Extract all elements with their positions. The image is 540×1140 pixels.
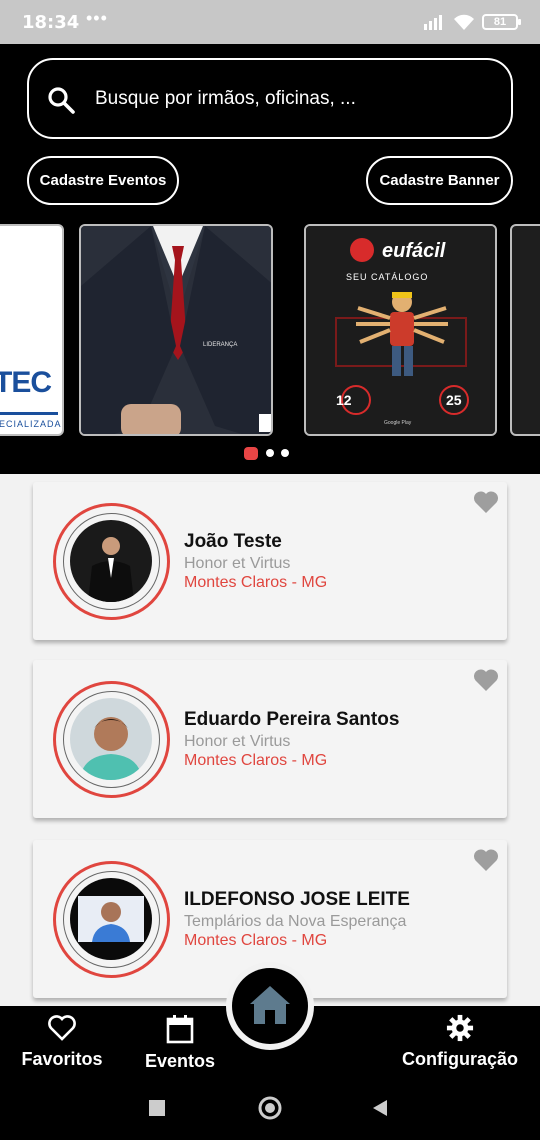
member-card[interactable]: João Teste Honor et Virtus Montes Claros…: [33, 482, 507, 640]
carousel-dot[interactable]: [266, 449, 274, 457]
banner-text: TEC: [0, 366, 52, 399]
gear-icon: [446, 1014, 474, 1042]
banner-brand: eufácil: [382, 240, 446, 262]
member-lodge: Honor et Virtus: [184, 733, 291, 750]
nav-events[interactable]: Eventos: [140, 1014, 220, 1072]
banner-subtext: PECIALIZADA: [0, 419, 62, 429]
home-button[interactable]: [232, 968, 308, 1044]
status-time: 18:34: [22, 12, 80, 33]
banner-card[interactable]: LIDERANÇA: [79, 224, 273, 436]
banner-card[interactable]: TEC PECIALIZADA: [0, 224, 64, 436]
back-button[interactable]: [373, 1100, 387, 1116]
nav-settings[interactable]: Configuração: [398, 1014, 522, 1070]
carousel-dot-active[interactable]: [244, 447, 258, 460]
nav-favorites[interactable]: Favoritos: [18, 1014, 106, 1070]
member-city: Montes Claros - MG: [184, 932, 328, 949]
heart-icon[interactable]: [473, 848, 499, 872]
wifi-icon: [454, 14, 474, 30]
search-input[interactable]: Busque por irmãos, oficinas, ...: [27, 58, 513, 139]
banner-text: LIDERANÇA: [203, 342, 238, 348]
avatar-ring-inner: [63, 691, 160, 788]
banner-store-label: Google Play: [384, 420, 412, 426]
banner-text: SEU CATÁLOGO: [346, 272, 429, 282]
calendar-icon: [166, 1015, 194, 1044]
banner-card[interactable]: eufácil SEU CATÁLOGO 12 25 Google Play: [304, 224, 497, 436]
banner-number: 25: [446, 392, 462, 408]
heart-icon[interactable]: [473, 490, 499, 514]
member-city: Montes Claros - MG: [184, 574, 328, 591]
register-banner-button[interactable]: Cadastre Banner: [366, 156, 513, 205]
battery-icon: 81: [482, 14, 521, 30]
avatar-ring: [53, 503, 170, 620]
notification-dots: •••: [86, 8, 108, 28]
banner-number: 12: [336, 392, 352, 408]
member-name: ILDEFONSO JOSE LEITE: [184, 889, 410, 910]
member-name: João Teste: [184, 531, 282, 552]
avatar-ring-inner: [63, 871, 160, 968]
avatar-ring: [53, 861, 170, 978]
suit-image: [81, 226, 271, 434]
nav-favorites-label: Favoritos: [21, 1049, 103, 1069]
member-city: Montes Claros - MG: [184, 752, 328, 769]
search-placeholder: Busque por irmãos, oficinas, ...: [95, 88, 356, 109]
status-bar: 18:34 ••• 81: [0, 0, 540, 44]
member-lodge: Templários da Nova Esperança: [184, 913, 407, 930]
banner-divider: [0, 412, 58, 415]
carousel-dot[interactable]: [281, 449, 289, 457]
register-events-button[interactable]: Cadastre Eventos: [27, 156, 179, 205]
recent-apps-button[interactable]: [149, 1100, 165, 1116]
search-icon: [48, 87, 75, 114]
nav-settings-label: Configuração: [401, 1049, 518, 1069]
member-lodge: Honor et Virtus: [184, 555, 291, 572]
signal-icon: [424, 15, 442, 30]
avatar: [70, 698, 152, 780]
avatar: [70, 878, 152, 960]
header: Busque por irmãos, oficinas, ... Cadastr…: [0, 44, 540, 474]
member-name: Eduardo Pereira Santos: [184, 709, 400, 730]
system-nav-bar: [0, 1082, 540, 1140]
avatar: [70, 520, 152, 602]
nav-events-label: Eventos: [144, 1051, 216, 1071]
banner-card[interactable]: [510, 224, 540, 436]
heart-icon[interactable]: [473, 668, 499, 692]
heart-icon: [48, 1015, 76, 1041]
home-icon: [250, 986, 290, 1024]
avatar-ring: [53, 681, 170, 798]
member-card[interactable]: Eduardo Pereira Santos Honor et Virtus M…: [33, 660, 507, 818]
avatar-ring-inner: [63, 513, 160, 610]
